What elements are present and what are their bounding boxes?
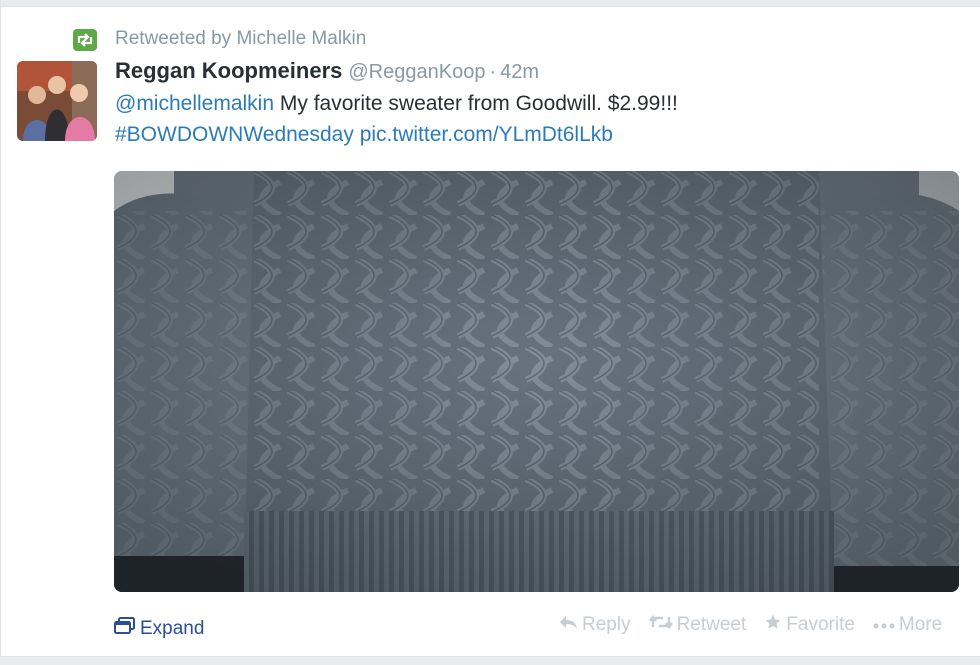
avatar[interactable] [17,61,97,141]
expand-icon [114,617,136,641]
tweet-card: Retweeted by Michelle Malkin Reggan Koop… [0,0,980,665]
tweet-text-line-1: @michellemalkin My favorite sweater from… [115,92,678,116]
author-name[interactable]: Reggan Koopmeiners [115,58,342,83]
tweet-actions: Reply Retweet Favorite More [558,613,942,637]
retweet-label: Retweet [676,614,747,635]
mention-link[interactable]: @michellemalkin [115,92,274,115]
reply-button[interactable]: Reply [558,614,631,636]
retweet-action-icon [648,614,673,636]
expand-button[interactable]: Expand [114,617,204,641]
top-divider [0,0,980,7]
hashtag-link[interactable]: #BOWDOWNWednesday [115,123,354,146]
favorite-label: Favorite [786,614,855,635]
tweet-body: My favorite sweater from Goodwill. $2.99… [279,92,678,115]
header-separator: · [489,61,497,83]
retweet-icon [73,29,97,51]
tweet-photo[interactable] [114,171,959,592]
favorite-star-icon [764,613,782,637]
expand-label: Expand [140,618,205,639]
pic-link[interactable]: pic.twitter.com/YLmDt6lLkb [360,123,613,146]
tweet-header: Reggan Koopmeiners @RegganKoop · 42m [115,58,539,84]
left-divider [0,0,1,664]
favorite-button[interactable]: Favorite [764,613,855,637]
author-handle[interactable]: @RegganKoop [348,61,485,83]
more-label: More [898,614,943,635]
tweet-timestamp[interactable]: 42m [500,61,539,83]
reply-label: Reply [582,614,631,635]
retweet-button[interactable]: Retweet [648,614,747,636]
retweeted-by-label[interactable]: Retweeted by Michelle Malkin [115,28,366,50]
reply-icon [558,614,578,636]
more-dots-icon [873,614,895,636]
more-button[interactable]: More [873,614,942,636]
tweet-text-line-2: #BOWDOWNWednesday pic.twitter.com/YLmDt6… [115,123,613,147]
